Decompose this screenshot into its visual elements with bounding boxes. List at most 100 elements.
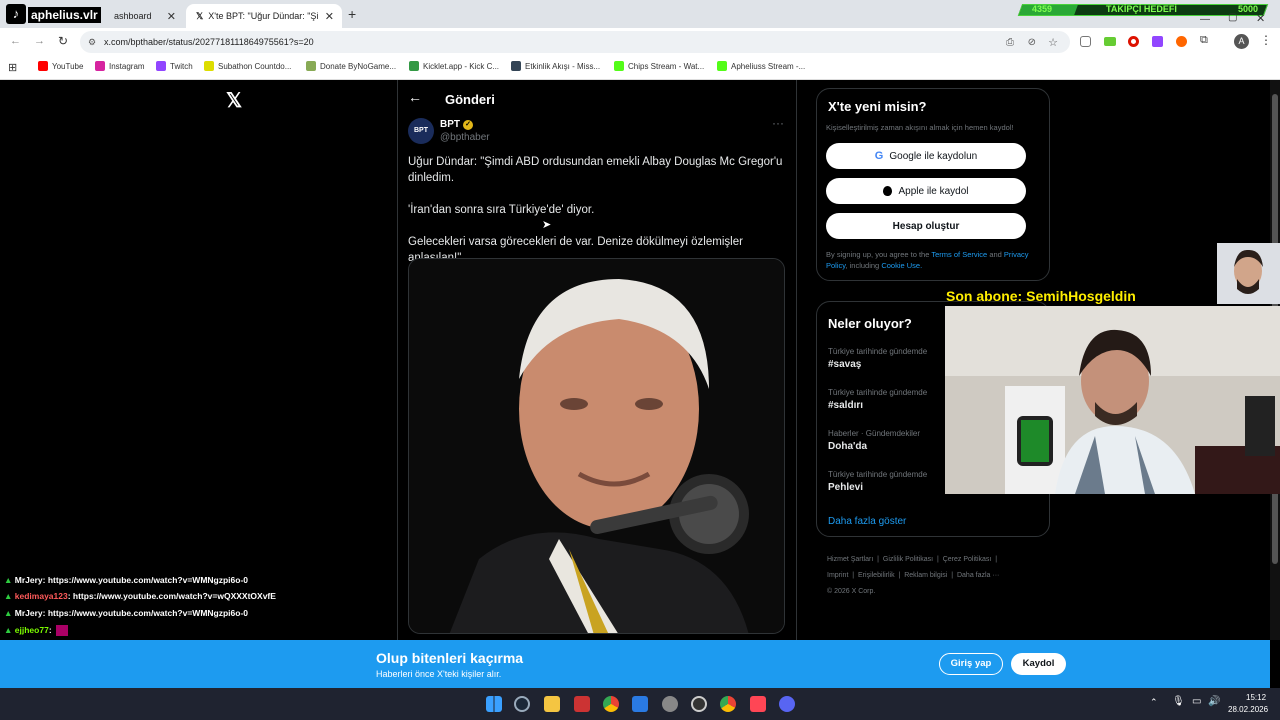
kick-icon: [717, 61, 727, 71]
forward-icon[interactable]: →: [34, 35, 45, 47]
youtube-icon: [38, 61, 48, 71]
windows-start-icon[interactable]: [486, 696, 502, 712]
window-minimize-icon[interactable]: —: [1200, 14, 1210, 25]
kick-icon: [614, 61, 624, 71]
avatar[interactable]: BPT: [408, 118, 434, 144]
bookmark-instagram[interactable]: Instagram: [95, 61, 145, 71]
post-image[interactable]: [408, 258, 785, 634]
window-close-icon[interactable]: ✕: [1256, 12, 1265, 25]
obs-icon[interactable]: [691, 696, 707, 712]
trend-tag: #saldırı: [828, 400, 864, 411]
chat-message: ▲ kedimaya123: https://www.youtube.com/w…: [4, 591, 276, 601]
apps-grid-icon[interactable]: ⊞: [8, 61, 17, 74]
star-icon[interactable]: ☆: [1048, 36, 1058, 49]
footer-link[interactable]: Erişilebilirlik: [858, 572, 895, 579]
more-options-icon[interactable]: ···: [772, 116, 784, 130]
bookmark-label: Donate ByNoGame...: [320, 61, 397, 71]
app-red-icon[interactable]: [574, 696, 590, 712]
valorant-icon[interactable]: [750, 696, 766, 712]
column-divider: [397, 80, 398, 640]
app-blue-icon[interactable]: [632, 696, 648, 712]
chrome-active-icon[interactable]: [720, 696, 736, 712]
extension-opera-icon[interactable]: [1128, 36, 1139, 47]
bookmark-chips[interactable]: Chips Stream - Wat...: [614, 61, 704, 71]
x-logo-icon[interactable]: 𝕏: [226, 88, 242, 113]
chat-text: :: [48, 625, 52, 635]
create-account-label: Hesap oluştur: [892, 220, 960, 232]
footer-link[interactable]: Çerez Politikası: [943, 556, 992, 563]
extension-orange-icon[interactable]: [1176, 36, 1187, 47]
discord-icon[interactable]: [779, 696, 795, 712]
app-gray-icon[interactable]: [662, 696, 678, 712]
profile-avatar[interactable]: A: [1234, 34, 1249, 49]
author-name[interactable]: BPT ✓: [440, 119, 473, 130]
tab-x-post[interactable]: 𝕏 X'te BPT: "Uğur Dündar: "Şimdi ✕: [186, 4, 342, 28]
address-bar[interactable]: ⚙ x.com/bpthaber/status/2027718111864975…: [80, 31, 1070, 53]
new-tab-icon[interactable]: +: [348, 6, 356, 22]
extension-green-icon[interactable]: [1104, 37, 1116, 46]
last-sub-label: Son abone: SemihHosgeldin: [946, 288, 1136, 304]
bookmark-subathon[interactable]: Subathon Countdo...: [204, 61, 291, 71]
login-button[interactable]: Giriş yap: [939, 653, 1003, 675]
terms-link[interactable]: Terms of Service: [931, 250, 987, 259]
chrome-icon[interactable]: [603, 696, 619, 712]
apple-signup-button[interactable]: Apple ile kaydol: [826, 178, 1026, 204]
signup-button[interactable]: Kaydol: [1011, 653, 1066, 675]
footer-link[interactable]: Daha fazla ···: [957, 572, 999, 579]
cookie-link[interactable]: Cookie Use.: [881, 261, 922, 270]
google-signup-button[interactable]: G Google ile kaydolun: [826, 143, 1026, 169]
trend-item[interactable]: Türkiye tarihinde gündemde #saldırı: [828, 388, 927, 411]
clock-date[interactable]: 28.02.2026: [1228, 705, 1268, 714]
tray-chevron-icon[interactable]: ⌃: [1150, 697, 1158, 708]
chat-text: : https://www.youtube.com/watch?v=WMNgzp…: [42, 608, 249, 618]
trend-item[interactable]: Haberler · Gündemdekiler Doha'da: [828, 429, 920, 452]
author-handle[interactable]: @bpthaber: [440, 132, 490, 143]
trend-item[interactable]: Türkiye tarihinde gündemde #savaş: [828, 347, 927, 370]
close-icon[interactable]: ✕: [325, 10, 334, 23]
webcam-feed: [945, 306, 1280, 494]
bookmark-donate[interactable]: Donate ByNoGame...: [306, 61, 396, 71]
browser-menu-icon[interactable]: ⋮: [1260, 33, 1272, 47]
extension-shield-icon[interactable]: [1080, 36, 1091, 47]
window-maximize-icon[interactable]: ▢: [1228, 12, 1237, 23]
footer-links: Hizmet Şartları | Gizlilik Politikası | …: [827, 556, 1000, 595]
footer-link[interactable]: Imprint: [827, 572, 848, 579]
eye-off-icon[interactable]: ⊘: [1028, 37, 1036, 48]
trend-tag: Pehlevi: [828, 482, 864, 493]
bookmark-youtube[interactable]: YouTube: [38, 61, 83, 71]
create-account-button[interactable]: Hesap oluştur: [826, 213, 1026, 239]
bookmark-etkinlik[interactable]: Etkinlik Akışı - Miss...: [511, 61, 600, 71]
column-divider: [796, 80, 797, 640]
trend-context: Türkiye tarihinde gündemde: [828, 388, 928, 397]
trend-item[interactable]: Türkiye tarihinde gündemde Pehlevi: [828, 470, 927, 493]
page-title: Gönderi: [445, 92, 495, 107]
tab-dashboard[interactable]: ashboard ✕: [104, 4, 184, 28]
close-icon[interactable]: ✕: [167, 10, 176, 23]
bookmark-kicklet[interactable]: Kicklet.app - Kick C...: [409, 61, 499, 71]
post-text-line-2: 'İran'dan sonra sıra Türkiye'de' diyor.: [408, 204, 595, 216]
login-banner: Olup bitenleri kaçırma Haberleri önce X'…: [0, 640, 1270, 688]
network-icon[interactable]: ▭: [1192, 696, 1201, 707]
back-icon[interactable]: ←: [10, 35, 21, 47]
bookmark-label: Apheliuss Stream -...: [731, 61, 806, 71]
bookmark-twitch[interactable]: Twitch: [156, 61, 193, 71]
footer-link[interactable]: Hizmet Şartları: [827, 556, 873, 563]
steam-icon[interactable]: [514, 696, 530, 712]
show-more-link[interactable]: Daha fazla göster: [828, 516, 906, 527]
trend-tag: Doha'da: [828, 441, 868, 452]
folder-icon[interactable]: [544, 696, 560, 712]
install-icon[interactable]: ⎙: [1006, 37, 1014, 48]
site-info-icon[interactable]: ⚙: [88, 37, 96, 48]
volume-icon[interactable]: 🔊: [1208, 696, 1220, 707]
extensions-puzzle-icon[interactable]: ⧉: [1200, 34, 1208, 47]
back-arrow-icon[interactable]: ←: [408, 89, 422, 105]
bookmark-apheliuss[interactable]: Apheliuss Stream -...: [717, 61, 805, 71]
follow-goal-label: TAKİPÇİ HEDEFİ: [1106, 4, 1177, 14]
footer-link[interactable]: Gizlilik Politikası: [883, 556, 933, 563]
subathon-icon: [204, 61, 214, 71]
extension-twitch-icon[interactable]: [1152, 36, 1163, 47]
microphone-icon[interactable]: 🎙: [1172, 696, 1185, 707]
footer-link[interactable]: Reklam bilgisi: [904, 572, 947, 579]
reload-icon[interactable]: ↻: [58, 34, 68, 48]
clock-time[interactable]: 15:12: [1246, 693, 1266, 702]
